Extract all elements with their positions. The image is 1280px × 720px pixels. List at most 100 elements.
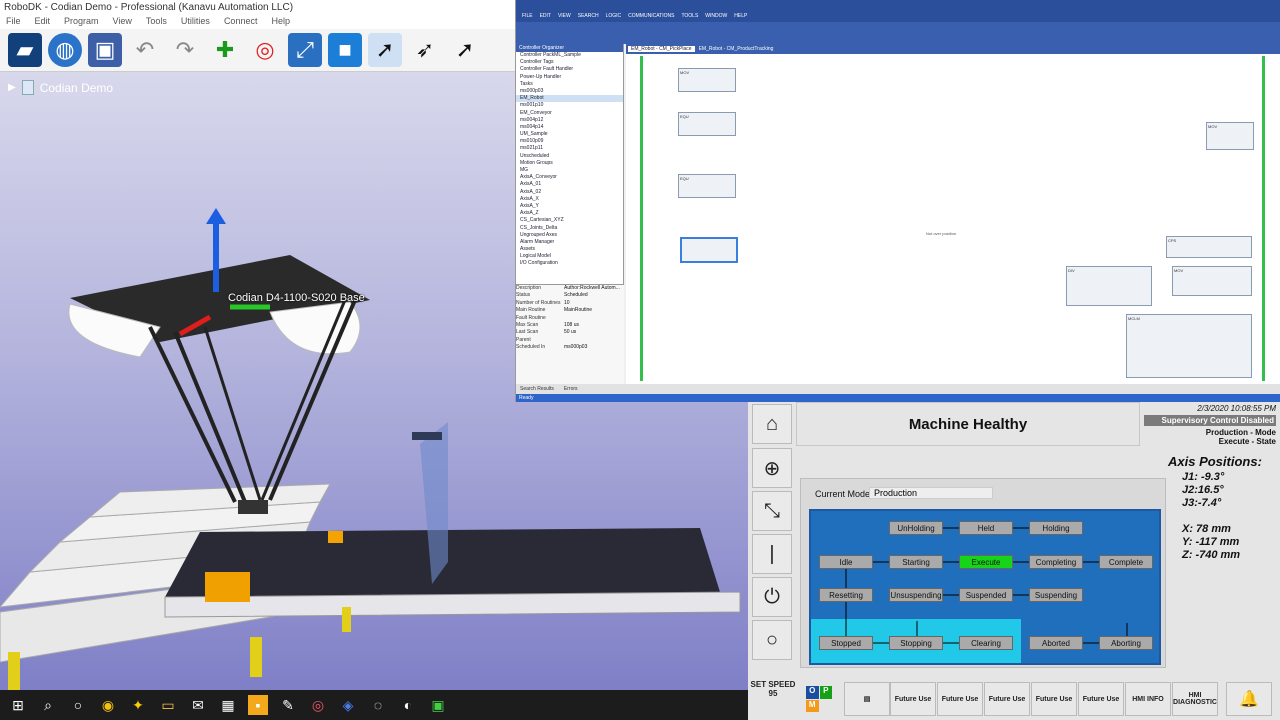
notes-icon[interactable]: ▪: [248, 695, 268, 715]
organizer-item[interactable]: AxisA_X: [516, 196, 623, 203]
ladder-instruction[interactable]: MOV: [1172, 266, 1252, 296]
organizer-item[interactable]: AxisA_01: [516, 181, 623, 188]
organizer-item[interactable]: Tasks: [516, 81, 623, 88]
future-use-2[interactable]: Future Use: [937, 682, 983, 716]
bell-icon[interactable]: 🔔: [1226, 682, 1272, 716]
organizer-item[interactable]: ms010p09: [516, 138, 623, 145]
chrome-icon[interactable]: ◉: [98, 695, 118, 715]
select-icon[interactable]: ➚: [368, 33, 402, 67]
folder-icon[interactable]: ▭: [158, 695, 178, 715]
menu-utilities[interactable]: Utilities: [181, 16, 210, 28]
power-icon[interactable]: ⏻: [752, 577, 792, 617]
menu-help[interactable]: Help: [271, 16, 290, 28]
redo-icon[interactable]: ↷: [168, 33, 202, 67]
tab-producttracking[interactable]: EM_Robot - CM_ProductTracking: [699, 46, 774, 52]
tab-pickplace[interactable]: EM_Robot - CM_PickPlace: [628, 46, 695, 52]
ladder-instruction[interactable]: MOV: [678, 68, 736, 92]
globe-icon[interactable]: ◍: [48, 33, 82, 67]
tree-root-label[interactable]: Codian Demo: [40, 81, 113, 95]
st-menu-edit[interactable]: EDIT: [540, 13, 551, 19]
st-menu-help[interactable]: HELP: [734, 13, 747, 19]
tab-search-results[interactable]: Search Results: [520, 386, 554, 392]
start-icon[interactable]: |: [752, 534, 792, 574]
st-menu-logic[interactable]: LOGIC: [606, 13, 622, 19]
organizer-item[interactable]: ms004p12: [516, 117, 623, 124]
organizer-item[interactable]: UM_Sample: [516, 131, 623, 138]
organizer-item[interactable]: Logical Model: [516, 253, 623, 260]
ladder-instruction[interactable]: MOV: [1206, 122, 1254, 150]
organizer-item[interactable]: AxisA_Z: [516, 210, 623, 217]
menu-tools[interactable]: Tools: [146, 16, 167, 28]
search-icon[interactable]: ⌕: [38, 695, 58, 715]
organizer-item[interactable]: ms001p10: [516, 102, 623, 109]
organizer-item[interactable]: AxisA_Y: [516, 203, 623, 210]
ladder-instruction-selected[interactable]: [680, 237, 738, 263]
collapse-icon[interactable]: ⤡: [752, 491, 792, 531]
app-icon[interactable]: ◐: [398, 695, 418, 715]
organizer-tree[interactable]: Controller PackML_Sample Controller Tags C…: [516, 52, 623, 268]
ompm-indicator[interactable]: O P M: [806, 686, 832, 712]
stop-icon[interactable]: ○: [752, 620, 792, 660]
future-use-1[interactable]: Future Use: [890, 682, 936, 716]
organizer-item[interactable]: Ungrouped Axes: [516, 232, 623, 239]
undo-icon[interactable]: ↶: [128, 33, 162, 67]
st-menu-tools[interactable]: TOOLS: [681, 13, 698, 19]
organizer-item[interactable]: ms021p11: [516, 145, 623, 152]
organizer-item[interactable]: Assets: [516, 246, 623, 253]
menu-edit[interactable]: Edit: [35, 16, 51, 28]
cortana-icon[interactable]: ○: [68, 695, 88, 715]
app-icon[interactable]: ◎: [308, 695, 328, 715]
organizer-item[interactable]: I/O Configuration: [516, 260, 623, 267]
ladder-instruction[interactable]: EQU: [678, 174, 736, 198]
future-use-4[interactable]: Future Use: [1031, 682, 1077, 716]
app-icon[interactable]: ▣: [428, 695, 448, 715]
app-icon[interactable]: ◌: [368, 695, 388, 715]
organizer-item[interactable]: AxisA_Conveyor: [516, 174, 623, 181]
home-icon[interactable]: ⌂: [752, 404, 792, 444]
tree-expand-icon[interactable]: ▶: [8, 82, 16, 93]
st-menu-search[interactable]: SEARCH: [578, 13, 599, 19]
organizer-item[interactable]: EM_Robot: [516, 95, 623, 103]
tab-errors[interactable]: Errors: [564, 386, 578, 392]
add-target-icon[interactable]: ◎: [248, 33, 282, 67]
organizer-item[interactable]: AxisA_02: [516, 189, 623, 196]
app-icon[interactable]: ✎: [278, 695, 298, 715]
app-icon[interactable]: ✦: [128, 695, 148, 715]
menu-connect[interactable]: Connect: [224, 16, 258, 28]
ladder-instruction[interactable]: DIV: [1066, 266, 1152, 306]
menu-program[interactable]: Program: [64, 16, 99, 28]
windows-start-icon[interactable]: ⊞: [8, 695, 28, 715]
menu-view[interactable]: View: [113, 16, 132, 28]
organizer-item[interactable]: Controller PackML_Sample: [516, 52, 623, 59]
organizer-item[interactable]: ms004p14: [516, 124, 623, 131]
fit-icon[interactable]: ⤢: [288, 33, 322, 67]
ladder-instruction[interactable]: MCLM: [1126, 314, 1252, 378]
organizer-item[interactable]: ms000p03: [516, 88, 623, 95]
hmi-info-button[interactable]: HMI INFO: [1125, 682, 1171, 716]
organizer-item[interactable]: Alarm Manager: [516, 239, 623, 246]
st-menu-view[interactable]: VIEW: [558, 13, 571, 19]
studio-toolbar[interactable]: [516, 22, 1280, 44]
organizer-item[interactable]: Controller Tags: [516, 59, 623, 66]
table-icon[interactable]: ▤: [844, 682, 890, 716]
plus-icon[interactable]: ⊕: [752, 448, 792, 488]
organizer-item[interactable]: MG: [516, 167, 623, 174]
organizer-item[interactable]: Controller Fault Handler: [516, 66, 623, 73]
organizer-item[interactable]: Motion Groups: [516, 160, 623, 167]
organizer-item[interactable]: CS_Joints_Delta: [516, 225, 623, 232]
station-icon[interactable]: ▰: [8, 33, 42, 67]
ladder-editor[interactable]: EM_Robot - CM_PickPlace EM_Robot - CM_Pr…: [626, 44, 1280, 384]
ladder-instruction[interactable]: CPS: [1166, 236, 1252, 258]
st-menu-window[interactable]: WINDOW: [705, 13, 727, 19]
organizer-item[interactable]: EM_Conveyor: [516, 110, 623, 117]
calculator-icon[interactable]: ▦: [218, 695, 238, 715]
add-frame-icon[interactable]: ✚: [208, 33, 242, 67]
future-use-5[interactable]: Future Use: [1078, 682, 1124, 716]
organizer-item[interactable]: Unscheduled: [516, 153, 623, 160]
organizer-item[interactable]: Power-Up Handler: [516, 74, 623, 81]
st-menu-file[interactable]: FILE: [522, 13, 533, 19]
hmi-diagnostic-button[interactable]: HMI DIAGNOSTIC: [1172, 682, 1218, 716]
app-icon[interactable]: ◈: [338, 695, 358, 715]
move-ref-icon[interactable]: ➶: [408, 33, 442, 67]
set-speed[interactable]: SET SPEED 95: [750, 680, 796, 698]
